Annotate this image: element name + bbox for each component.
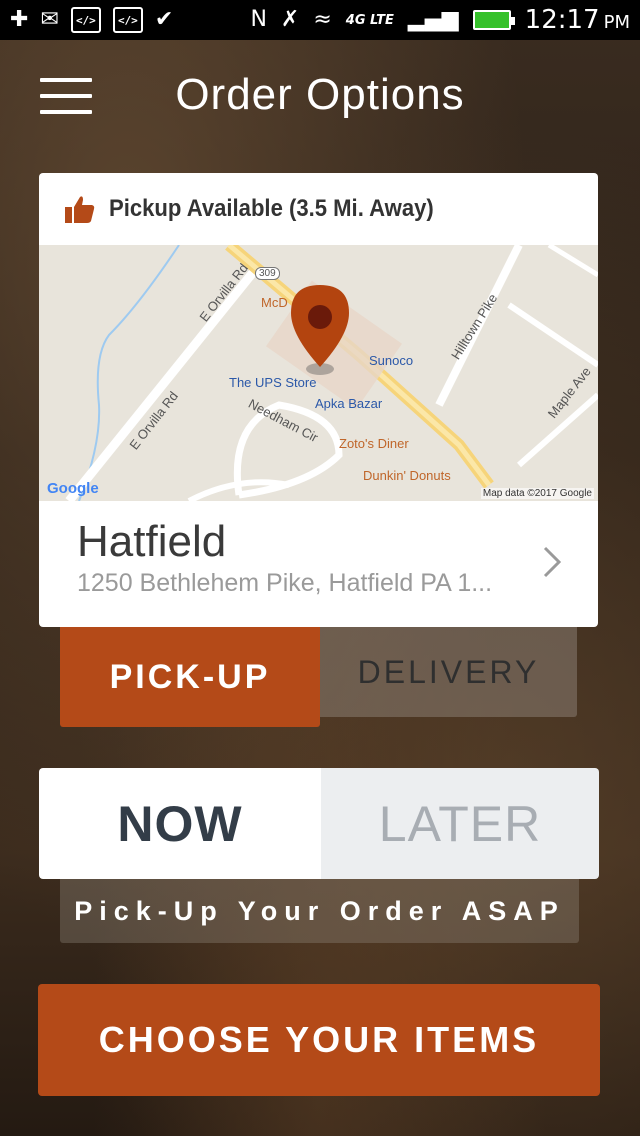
tab-pickup[interactable]: PICK-UP — [60, 627, 320, 727]
map-poi: The UPS Store — [229, 375, 317, 390]
map-attribution: Map data ©2017 Google — [480, 488, 594, 499]
clock: 12:17 PM — [525, 5, 630, 35]
network-type: 4G LTE — [345, 12, 394, 28]
choose-items-button[interactable]: CHOOSE YOUR ITEMS — [38, 984, 600, 1096]
store-name: Hatfield — [77, 517, 227, 566]
tab-delivery[interactable]: DELIVERY — [320, 627, 577, 717]
map-poi: Dunkin' Donuts — [363, 468, 451, 483]
clock-ampm: PM — [603, 12, 630, 33]
mute-icon: ✗ — [280, 7, 300, 32]
gmail-icon: ✉ — [40, 7, 59, 32]
google-logo: Google — [47, 480, 99, 497]
store-map[interactable]: E Orvilla Rd E Orvilla Rd 309 McD Hillto… — [39, 245, 598, 501]
status-bar: ✚ ✉ </> </> ✔ N ✗ ≈ 4G LTE ▂▄▆ 12:17 PM — [0, 0, 640, 40]
map-poi: McD — [261, 295, 288, 310]
map-poi: Apka Bazar — [315, 396, 383, 411]
map-poi: Zoto's Diner — [339, 436, 409, 451]
code-icon: </> — [112, 7, 143, 33]
battery-icon — [472, 10, 515, 30]
chevron-right-icon — [543, 546, 562, 578]
now-button[interactable]: NOW — [39, 768, 321, 879]
page-title: Order Options — [175, 70, 465, 119]
timing-toggle: NOW LATER — [39, 768, 599, 879]
timing-caption: Pick-Up Your Order ASAP — [60, 879, 579, 943]
header: Order Options — [0, 60, 640, 140]
pickup-availability: Pickup Available (3.5 Mi. Away) — [39, 173, 598, 245]
later-button[interactable]: LATER — [321, 768, 599, 879]
check-icon: ✔ — [154, 7, 174, 32]
map-roads — [39, 245, 598, 501]
nfc-icon: N — [250, 7, 267, 32]
store-address: 1250 Bethlehem Pike, Hatfield PA 1... — [77, 569, 493, 597]
add-icon: ✚ — [10, 7, 29, 32]
wifi-icon: ≈ — [313, 7, 332, 32]
route-shield: 309 — [255, 267, 280, 280]
signal-icon: ▂▄▆ — [407, 7, 459, 32]
map-poi: Sunoco — [369, 353, 414, 368]
pickup-availability-text: Pickup Available (3.5 Mi. Away) — [109, 195, 434, 222]
fulfillment-tabs: PICK-UP DELIVERY — [60, 627, 577, 727]
thumbs-up-icon — [65, 196, 95, 223]
location-card: Pickup Available (3.5 Mi. Away) E Orvill… — [39, 173, 598, 627]
code-icon: </> — [70, 7, 101, 33]
clock-time: 12:17 — [524, 5, 600, 35]
store-location-row[interactable]: Hatfield 1250 Bethlehem Pike, Hatfield P… — [39, 501, 598, 627]
